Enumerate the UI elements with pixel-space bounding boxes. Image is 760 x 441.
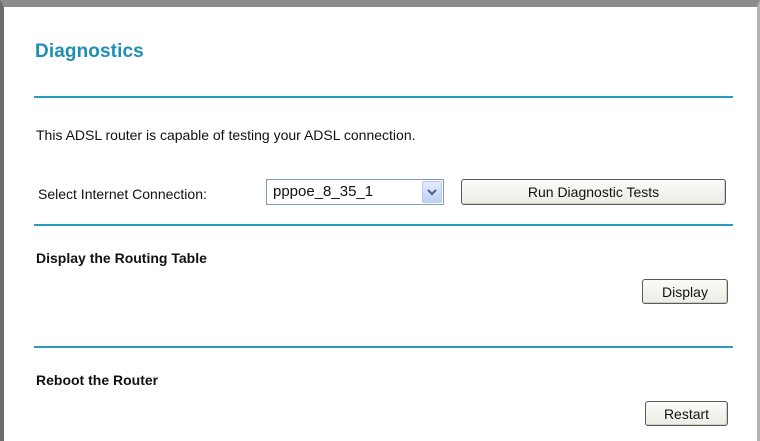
divider bbox=[34, 346, 733, 348]
restart-button[interactable]: Restart bbox=[645, 401, 728, 426]
page-title: Diagnostics bbox=[35, 41, 144, 62]
internet-connection-select[interactable]: pppoe_8_35_1 bbox=[266, 179, 444, 205]
display-routing-table-button[interactable]: Display bbox=[642, 279, 728, 304]
diagnostics-panel: Diagnostics This ADSL router is capable … bbox=[0, 0, 760, 441]
internet-connection-selected-value: pppoe_8_35_1 bbox=[273, 183, 374, 200]
connection-select-label: Select Internet Connection: bbox=[38, 186, 207, 202]
chevron-down-icon[interactable] bbox=[422, 181, 442, 203]
reboot-router-heading: Reboot the Router bbox=[36, 372, 159, 388]
divider bbox=[34, 96, 733, 98]
routing-table-heading: Display the Routing Table bbox=[36, 250, 207, 266]
page-description: This ADSL router is capable of testing y… bbox=[36, 127, 416, 143]
divider bbox=[34, 224, 733, 226]
run-diagnostic-tests-button[interactable]: Run Diagnostic Tests bbox=[461, 179, 726, 205]
